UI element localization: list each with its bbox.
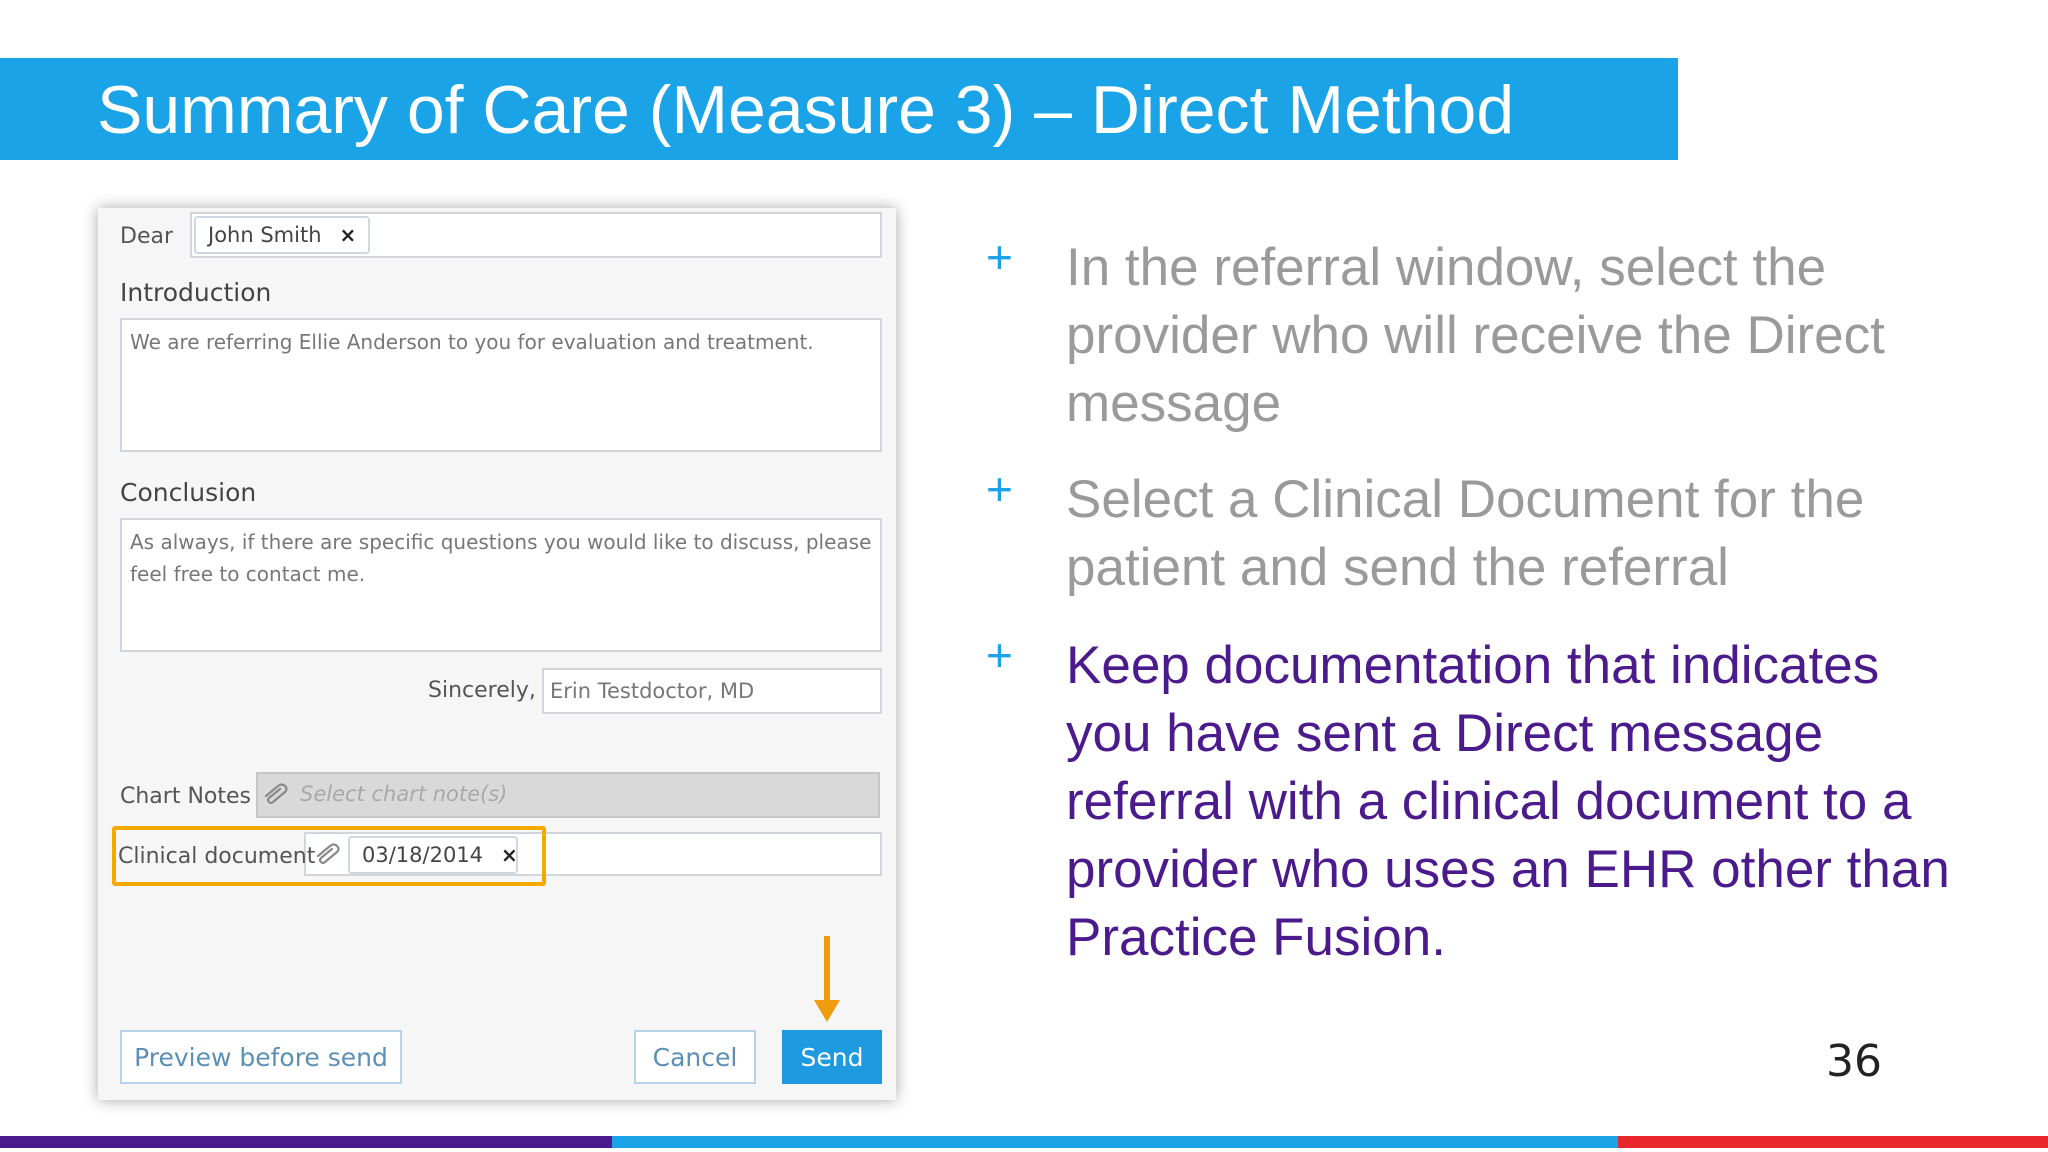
footer-bar-blue (612, 1136, 1618, 1148)
arrow-icon-shaft (824, 936, 830, 1004)
introduction-label: Introduction (120, 278, 272, 307)
recipient-tag[interactable]: John Smith × (194, 216, 370, 254)
plus-icon: + (986, 629, 1013, 681)
introduction-text: We are referring Ellie Anderson to you f… (130, 330, 814, 354)
introduction-textarea[interactable]: We are referring Ellie Anderson to you f… (120, 318, 882, 452)
referral-form-screenshot: Dear John Smith × Introduction We are re… (98, 208, 896, 1100)
cancel-button[interactable]: Cancel (634, 1030, 756, 1084)
bullet-text: Keep documentation that indicates you ha… (1066, 636, 1950, 967)
arrow-down-icon (814, 1000, 840, 1022)
chart-notes-placeholder: Select chart note(s) (300, 782, 508, 806)
bullet-text: Select a Clinical Document for the patie… (1066, 470, 1865, 597)
page-number: 36 (1826, 1036, 1882, 1087)
chart-notes-select[interactable]: Select chart note(s) (256, 772, 880, 818)
sincerely-field[interactable]: Erin Testdoctor, MD (542, 668, 882, 714)
bullet-text: In the referral window, select the provi… (1066, 238, 1885, 433)
conclusion-textarea[interactable]: As always, if there are specific questio… (120, 518, 882, 652)
sincerely-value: Erin Testdoctor, MD (550, 679, 755, 703)
sincerely-label: Sincerely, (428, 678, 536, 703)
send-button[interactable]: Send (782, 1030, 882, 1084)
conclusion-text: As always, if there are specific questio… (130, 530, 872, 586)
plus-icon: + (986, 463, 1013, 515)
recipient-name: John Smith (208, 223, 322, 247)
remove-recipient-icon[interactable]: × (340, 223, 357, 247)
footer-bar-purple (0, 1136, 612, 1148)
dear-label: Dear (120, 224, 174, 249)
preview-before-send-button[interactable]: Preview before send (120, 1030, 402, 1084)
conclusion-label: Conclusion (120, 478, 257, 507)
chart-notes-label: Chart Notes (120, 784, 251, 809)
clinical-document-highlight (112, 826, 546, 886)
plus-icon: + (986, 231, 1013, 283)
footer-bar-red (1618, 1136, 2048, 1148)
title-bar: Summary of Care (Measure 3) – Direct Met… (0, 58, 1678, 160)
paperclip-icon (264, 783, 288, 805)
slide-title: Summary of Care (Measure 3) – Direct Met… (97, 72, 1515, 148)
